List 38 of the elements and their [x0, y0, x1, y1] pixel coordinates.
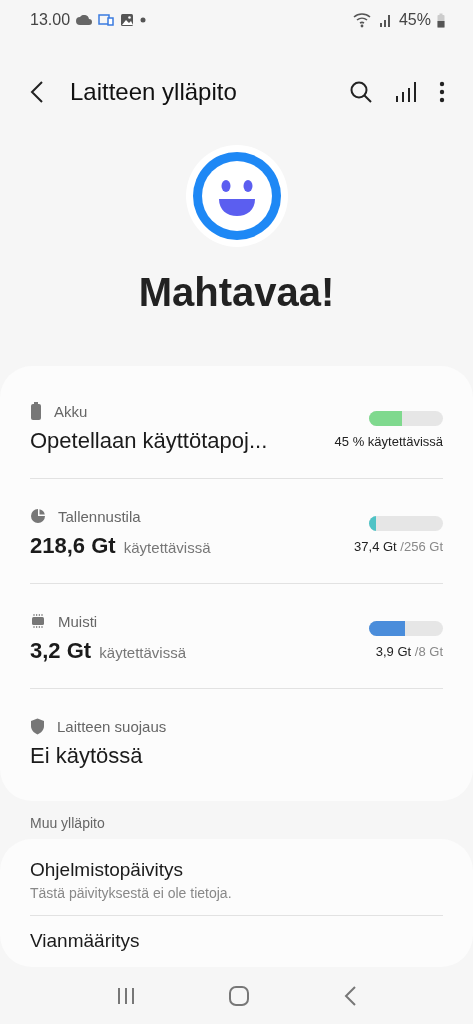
- home-icon: [228, 984, 251, 1007]
- menu-item-title[interactable]: Ohjelmistopäivitys: [30, 859, 443, 881]
- more-icon: [439, 81, 445, 103]
- wifi-icon: [352, 12, 373, 28]
- devices-icon: [98, 14, 115, 26]
- bar-chart-icon: [395, 81, 417, 103]
- signal-icon: [378, 13, 393, 27]
- recent-apps-icon: [116, 985, 137, 1006]
- available-value: 218,6 Gt käytettävissä: [30, 533, 211, 559]
- available-value: 3,2 Gt käytettävissä: [30, 638, 186, 664]
- category-label: Tallennustila: [58, 507, 141, 525]
- battery-icon: [437, 12, 445, 28]
- chevron-left-icon: [342, 984, 357, 1007]
- status-value: Ei käytössä: [30, 743, 143, 769]
- image-icon: [120, 13, 135, 27]
- category-label: Muisti: [58, 612, 98, 630]
- smiley-face-icon: [184, 144, 289, 248]
- battery-percentage: 45%: [398, 11, 431, 29]
- usage-reading: 37,4 Gt /256 Gt: [354, 539, 443, 554]
- page-title: Laitteen ylläpito: [70, 78, 238, 106]
- clock-time: 13.00: [30, 11, 71, 29]
- menu-item-subtitle: Tästä päivityksestä ei ole tietoja.: [30, 885, 233, 901]
- battery-icon: [30, 402, 42, 420]
- dot-icon: [140, 17, 147, 23]
- search-icon: [349, 80, 373, 104]
- usage-reading: 45 % käytettävissä: [334, 434, 443, 449]
- chevron-left-icon: [30, 80, 44, 104]
- pie-chart-icon: [30, 508, 46, 524]
- status-value: Opetellaan käyttötapoj...: [30, 428, 268, 454]
- category-label: Akku: [54, 402, 88, 420]
- status-message: Mahtavaa!: [138, 270, 335, 315]
- shield-icon: [30, 717, 45, 735]
- chip-icon: [30, 613, 46, 629]
- section-heading: Muu ylläpito: [29, 814, 106, 833]
- usage-reading: 3,9 Gt /8 Gt: [375, 644, 443, 659]
- category-label: Laitteen suojaus: [57, 717, 167, 735]
- cloud-icon: [76, 15, 93, 25]
- menu-item-title[interactable]: Vianmääritys: [30, 930, 443, 952]
